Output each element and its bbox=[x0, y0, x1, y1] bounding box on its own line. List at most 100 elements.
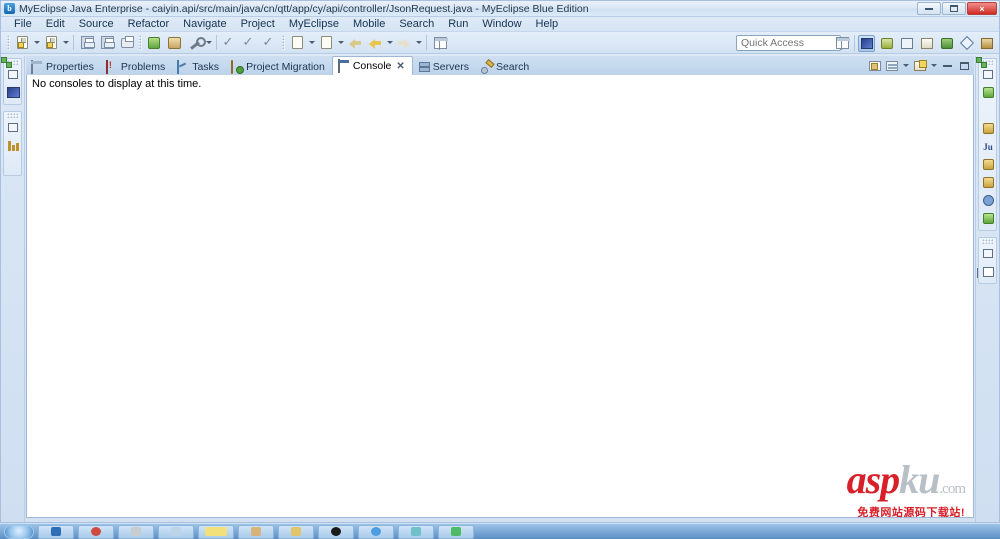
pin-editor-button[interactable] bbox=[431, 34, 449, 52]
open-type-dropdown[interactable] bbox=[336, 34, 345, 52]
open-perspective-button[interactable] bbox=[834, 35, 851, 52]
restore-view-button-3[interactable] bbox=[979, 66, 997, 83]
run-button[interactable] bbox=[145, 34, 163, 52]
perspective-team-sync[interactable] bbox=[898, 35, 915, 52]
new-project-dropdown[interactable] bbox=[61, 34, 70, 52]
restore-view-button-2[interactable] bbox=[4, 119, 22, 136]
taskbar-item[interactable] bbox=[38, 524, 74, 539]
new-wizard-button[interactable] bbox=[13, 34, 31, 52]
taskbar-item[interactable] bbox=[278, 524, 314, 539]
menu-window[interactable]: Window bbox=[475, 17, 528, 32]
save-all-button[interactable] bbox=[98, 34, 116, 52]
menu-source[interactable]: Source bbox=[72, 17, 121, 32]
taskbar-item[interactable] bbox=[78, 524, 114, 539]
fastview-outline[interactable] bbox=[4, 137, 22, 154]
toolbar-grip-3[interactable] bbox=[282, 35, 285, 50]
fastview-servers[interactable] bbox=[979, 84, 997, 101]
new-class-button[interactable] bbox=[288, 34, 306, 52]
new-project-button[interactable] bbox=[42, 34, 60, 52]
tab-label: Problems bbox=[120, 60, 166, 73]
menu-myeclipse[interactable]: MyEclipse bbox=[282, 17, 346, 32]
back-button[interactable] bbox=[366, 34, 384, 52]
minimize-view-button[interactable] bbox=[940, 58, 955, 73]
forward-dropdown[interactable] bbox=[414, 34, 423, 52]
toolbar-grip[interactable] bbox=[7, 35, 10, 50]
perspective-resource[interactable] bbox=[918, 35, 935, 52]
restore-view-button[interactable] bbox=[4, 66, 22, 83]
fastview-install[interactable] bbox=[979, 210, 997, 227]
maximize-view-button[interactable] bbox=[957, 58, 972, 73]
fastview-junit[interactable]: Ju bbox=[979, 138, 997, 155]
quick-access-input[interactable] bbox=[736, 35, 841, 51]
tab-tasks[interactable]: Tasks bbox=[172, 58, 226, 75]
menu-search[interactable]: Search bbox=[392, 17, 441, 32]
tab-search[interactable]: Search bbox=[476, 58, 536, 75]
save-button[interactable] bbox=[78, 34, 96, 52]
start-button[interactable] bbox=[4, 524, 34, 539]
menu-help[interactable]: Help bbox=[529, 17, 566, 32]
tab-close-button[interactable]: ✕ bbox=[396, 61, 404, 72]
close-button[interactable]: × bbox=[967, 2, 997, 15]
mark-occurrences-button[interactable]: ✓ bbox=[221, 34, 239, 52]
restore-view-button-4[interactable] bbox=[979, 245, 997, 262]
deploy-button[interactable] bbox=[165, 34, 183, 52]
previous-annotation-button[interactable] bbox=[346, 34, 364, 52]
new-console-view-button[interactable] bbox=[912, 58, 927, 73]
fastview-db-browser[interactable] bbox=[979, 156, 997, 173]
menu-mobile[interactable]: Mobile bbox=[346, 17, 392, 32]
menu-file[interactable]: File bbox=[7, 17, 39, 32]
open-console-button[interactable] bbox=[867, 58, 882, 73]
taskbar-item[interactable] bbox=[318, 524, 354, 539]
console-view-client[interactable]: No consoles to display at this time. asp… bbox=[26, 75, 974, 518]
fastview-search[interactable] bbox=[979, 120, 997, 137]
print-button[interactable] bbox=[118, 34, 136, 52]
tab-project-migration[interactable]: Project Migration bbox=[226, 58, 332, 75]
fastview-package-explorer[interactable] bbox=[4, 84, 22, 101]
fastview-db-explorer[interactable] bbox=[979, 174, 997, 191]
menu-edit[interactable]: Edit bbox=[39, 17, 72, 32]
fastview-debug[interactable] bbox=[979, 192, 997, 209]
menu-refactor[interactable]: Refactor bbox=[121, 17, 177, 32]
display-console-button[interactable] bbox=[884, 58, 899, 73]
perspective-report[interactable] bbox=[978, 35, 995, 52]
taskbar-item[interactable] bbox=[358, 524, 394, 539]
perspective-debug[interactable] bbox=[878, 35, 895, 52]
menu-navigate[interactable]: Navigate bbox=[176, 17, 233, 32]
taskbar-item[interactable] bbox=[438, 524, 474, 539]
external-tools-button[interactable] bbox=[185, 34, 206, 52]
new-wizard-dropdown[interactable] bbox=[32, 34, 41, 52]
taskbar-item[interactable] bbox=[398, 524, 434, 539]
new-class-dropdown[interactable] bbox=[307, 34, 316, 52]
back-dropdown[interactable] bbox=[385, 34, 394, 52]
tab-properties[interactable]: Properties bbox=[26, 58, 101, 75]
taskbar-item[interactable] bbox=[118, 524, 154, 539]
view-menu-button[interactable] bbox=[929, 57, 938, 75]
skip-breakpoints-button[interactable]: ✓ bbox=[241, 34, 259, 52]
menu-run[interactable]: Run bbox=[441, 17, 475, 32]
fastview-grip-4[interactable] bbox=[982, 239, 993, 244]
fastview-hierarchy[interactable] bbox=[4, 155, 22, 172]
fastview-layout[interactable] bbox=[979, 263, 997, 280]
perspective-database[interactable] bbox=[938, 35, 955, 52]
fastview-grip-2[interactable] bbox=[7, 113, 18, 118]
debug-button[interactable]: ✓ bbox=[261, 34, 279, 52]
taskbar-item[interactable] bbox=[198, 524, 234, 539]
tab-servers[interactable]: Servers bbox=[413, 58, 476, 75]
display-console-dropdown[interactable] bbox=[901, 57, 910, 75]
menu-project[interactable]: Project bbox=[234, 17, 282, 32]
myeclipse-window: b MyEclipse Java Enterprise - caiyin.api… bbox=[0, 0, 1000, 523]
new-class-icon bbox=[291, 36, 303, 49]
taskbar-item[interactable] bbox=[238, 524, 274, 539]
tab-problems[interactable]: Problems bbox=[101, 58, 172, 75]
toolbar-grip-2[interactable] bbox=[139, 35, 142, 50]
maximize-button[interactable] bbox=[942, 2, 966, 15]
tab-console[interactable]: Console ✕ bbox=[331, 56, 413, 75]
open-type-button[interactable] bbox=[317, 34, 335, 52]
minimize-button[interactable] bbox=[917, 2, 941, 15]
perspective-other[interactable] bbox=[958, 35, 975, 52]
fastview-snippets[interactable] bbox=[979, 102, 997, 119]
perspective-java-enterprise[interactable] bbox=[858, 34, 875, 52]
forward-button[interactable] bbox=[395, 34, 413, 52]
taskbar-item[interactable] bbox=[158, 524, 194, 539]
restore-icon bbox=[983, 70, 993, 79]
